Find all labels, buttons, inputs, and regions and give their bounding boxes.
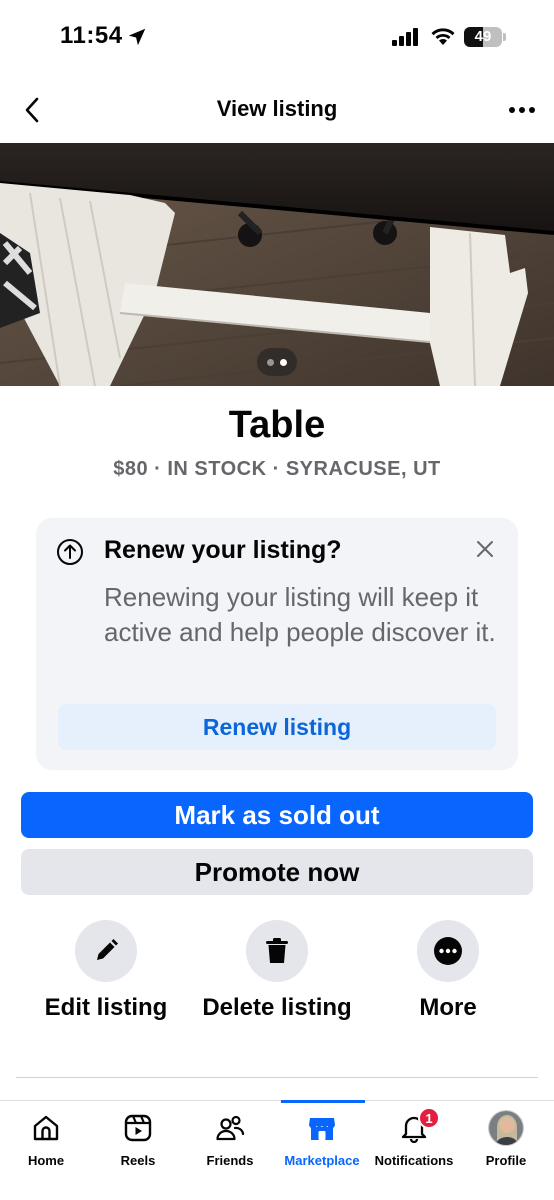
status-time: 11:54 [60,22,123,49]
renew-card: Renew your listing? Renewing your listin… [36,518,518,770]
photo-pager [257,348,297,376]
more-options-button[interactable] [502,92,542,128]
avatar [488,1110,524,1146]
status-bar: 11:54 49 [0,0,554,76]
edit-listing-button[interactable] [75,920,137,982]
notification-badge: 1 [418,1107,440,1129]
trash-icon [266,938,288,963]
promote-now-button[interactable]: Promote now [21,849,533,895]
renew-body: Renewing your listing will keep it activ… [104,582,496,647]
more-horizontal-icon [434,937,462,965]
reels-icon [124,1114,152,1142]
delete-listing-button[interactable] [246,920,308,982]
more-action-label: More [419,994,477,1021]
renew-listing-button[interactable]: Renew listing [58,704,496,750]
tab-notifications-label: Notifications [374,1153,454,1168]
tab-home[interactable]: Home [0,1101,92,1181]
arrow-up-circle-icon [57,539,83,565]
tab-profile-label: Profile [485,1153,527,1168]
tab-marketplace[interactable]: Marketplace [276,1101,368,1181]
pager-dot-active [280,358,287,366]
listing-meta: $80 · IN STOCK · SYRACUSE, UT [113,458,441,480]
bottom-tab-bar: Home Reels Friends Marketplace 1 Notific… [0,1100,554,1200]
tab-profile[interactable]: Profile [460,1101,552,1181]
page-title: View listing [216,96,338,121]
tab-friends[interactable]: Friends [184,1101,276,1181]
wifi-icon [431,28,455,45]
more-horizontal-icon [509,107,535,113]
tab-friends-label: Friends [206,1153,254,1168]
battery-indicator: 49 [464,27,506,47]
nav-header: View listing [0,80,554,140]
tab-reels[interactable]: Reels [92,1101,184,1181]
pager-dot [267,358,274,366]
edit-listing-action[interactable]: Edit listing [21,920,191,1025]
tab-reels-label: Reels [120,1153,156,1168]
mark-sold-out-button[interactable]: Mark as sold out [21,792,533,838]
friends-icon [216,1115,245,1141]
delete-listing-label: Delete listing [202,994,352,1021]
pencil-icon [97,939,118,960]
renew-heading: Renew your listing? [104,536,342,564]
battery-level: 49 [474,28,492,45]
home-icon [33,1115,59,1141]
cellular-signal-icon [392,28,418,46]
close-icon[interactable] [474,538,496,560]
tab-home-label: Home [27,1153,65,1168]
marketplace-icon [309,1118,335,1140]
more-action[interactable]: More [363,920,533,1025]
listing-photo[interactable] [0,143,554,386]
divider [16,1077,538,1078]
tab-marketplace-label: Marketplace [284,1153,360,1168]
more-action-button[interactable] [417,920,479,982]
listing-title: Table [228,404,326,446]
delete-listing-action[interactable]: Delete listing [192,920,362,1025]
location-arrow-icon [128,28,146,46]
tab-notifications[interactable]: 1 Notifications [368,1101,460,1181]
edit-listing-label: Edit listing [44,994,168,1021]
